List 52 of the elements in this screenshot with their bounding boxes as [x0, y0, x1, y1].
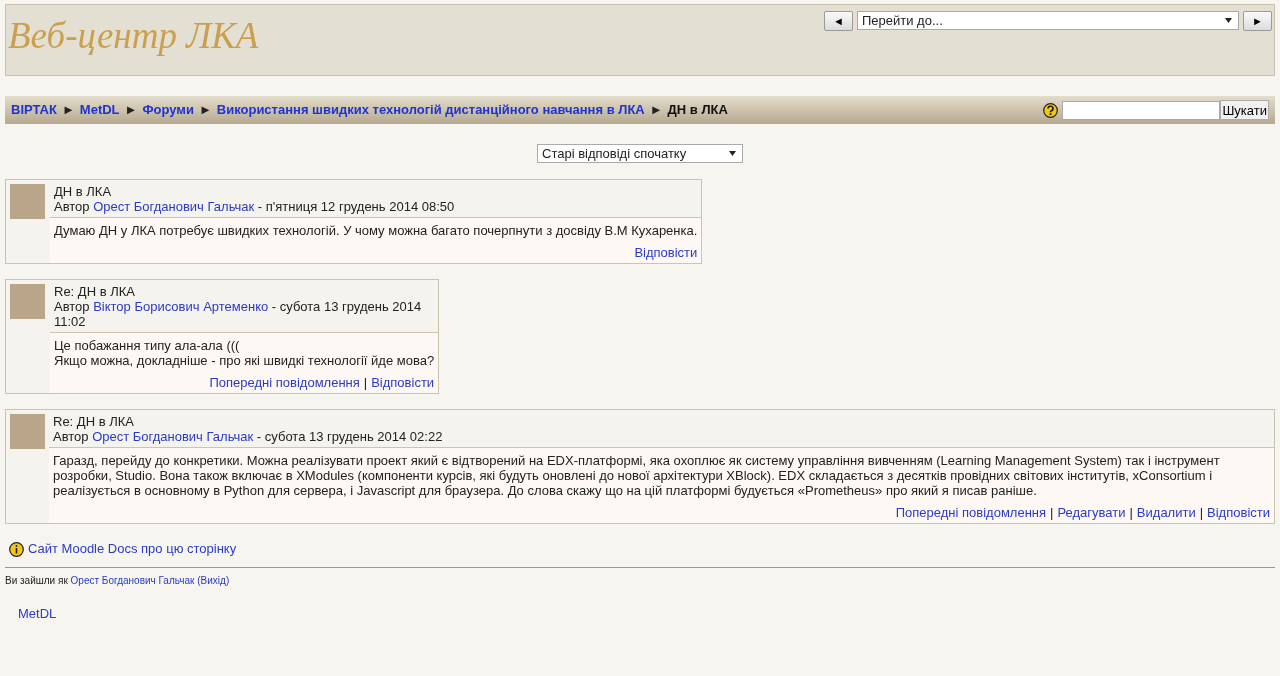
- post-subject: ДН в ЛКА: [54, 184, 113, 199]
- next-button[interactable]: ►: [1243, 11, 1272, 31]
- breadcrumb-link[interactable]: MetDL: [79, 100, 120, 120]
- action-separator: |: [1129, 505, 1133, 520]
- post-action-link[interactable]: Відповісти: [1207, 505, 1270, 520]
- breadcrumb-link[interactable]: Використання швидких технологій дистанційного навчання в ЛКА: [216, 100, 645, 120]
- info-icon: [9, 542, 24, 558]
- avatar-photo-placeholder: [10, 284, 45, 319]
- breadcrumb-current: ДН в ЛКА: [667, 101, 728, 120]
- post-action-link[interactable]: Відповісти: [634, 245, 698, 260]
- action-separator: |: [1050, 505, 1054, 520]
- logout-link[interactable]: (Вихід): [197, 574, 230, 586]
- previous-button[interactable]: ◄: [824, 11, 853, 31]
- breadcrumb-link[interactable]: Форуми: [142, 100, 194, 120]
- author-link[interactable]: Орест Богданович Гальчак: [92, 429, 254, 444]
- breadcrumb-separator: ►: [124, 101, 138, 120]
- post-action-link[interactable]: Попередні повідомлення: [209, 375, 360, 390]
- docs-link[interactable]: Сайт Moodle Docs про цю сторінку: [28, 539, 237, 559]
- action-separator: |: [363, 375, 368, 390]
- post-author-line: Автор Орест Богданович Гальчак - п'ятниця 12 грудень 2014 08:50: [54, 199, 456, 214]
- post-text: Гаразд, перейду до конкретики. Можна реалізувати проект який є відтворений на EDX-платформі, яка охоплює як систему управління вивченням (Learning Management System) так і інструмент розробки, Studio. Вона також включає в XModules (компоненти курсів, які будуть оновлені до нової архітектури XBlock). EDX складається з десятків провідних світових інститутів, xConsortium і реалізується в основному в Python для сервера, і Javascript для браузера. До слова скажу що на цій платформі будується «Prometheus» про який я писав раніше.: [53, 453, 1221, 498]
- breadcrumb-separator: ►: [649, 101, 663, 120]
- help-icon[interactable]: [1043, 103, 1059, 119]
- post-text: Це побажання типу ала-ала (((: [54, 338, 241, 353]
- course-link[interactable]: MetDL: [18, 605, 57, 621]
- author-link[interactable]: Віктор Борисович Артеменко: [93, 299, 269, 314]
- avatar-photo-placeholder: [10, 184, 45, 219]
- sort-dropdown[interactable]: Старі відповіді спочатку: [537, 144, 743, 163]
- dropdown-arrow-icon: [1225, 17, 1232, 23]
- search-field[interactable]: [1062, 100, 1221, 120]
- breadcrumb-link[interactable]: ВІРТАК: [11, 100, 57, 120]
- post-text: Думаю ДН у ЛКА потребує швидких технологій. У чому можна багато почерпнути з досвіду В.М Кухаренка.: [54, 223, 698, 238]
- dropdown-arrow-icon: [729, 150, 736, 156]
- login-info: Ви зайшли як Орест Богданович Гальчак (Вихід): [5, 573, 231, 588]
- post-author-line: Автор Віктор Борисович Артеменко - субота 13 грудень 2014 11:02: [54, 299, 423, 329]
- site-title: Веб-центр ЛКА: [8, 17, 259, 54]
- author-link[interactable]: Орест Богданович Гальчак: [93, 199, 255, 214]
- action-separator: |: [1199, 505, 1204, 520]
- search-button[interactable]: Шукати: [1220, 100, 1269, 120]
- jump-to-dropdown[interactable]: Перейти до...: [857, 11, 1239, 30]
- post-subject: Re: ДН в ЛКА: [54, 284, 136, 299]
- post-author-line: Автор Орест Богданович Гальчак - субота 13 грудень 2014 02:22: [53, 429, 444, 444]
- post-subject: Re: ДН в ЛКА: [53, 414, 135, 429]
- post-action-link[interactable]: Попередні повідомлення: [895, 505, 1047, 520]
- post-action-link[interactable]: Редагувати: [1057, 505, 1126, 520]
- user-link[interactable]: Орест Богданович Гальчак: [70, 574, 195, 586]
- post-action-link[interactable]: Видалити: [1136, 505, 1196, 520]
- avatar-photo-placeholder: [10, 414, 45, 449]
- breadcrumb-separator: ►: [61, 101, 75, 120]
- breadcrumb-separator: ►: [198, 101, 212, 120]
- post-text: Якщо можна, докладніше - про які швидкі технології йде мова?: [54, 353, 435, 368]
- post-action-link[interactable]: Відповісти: [371, 375, 435, 390]
